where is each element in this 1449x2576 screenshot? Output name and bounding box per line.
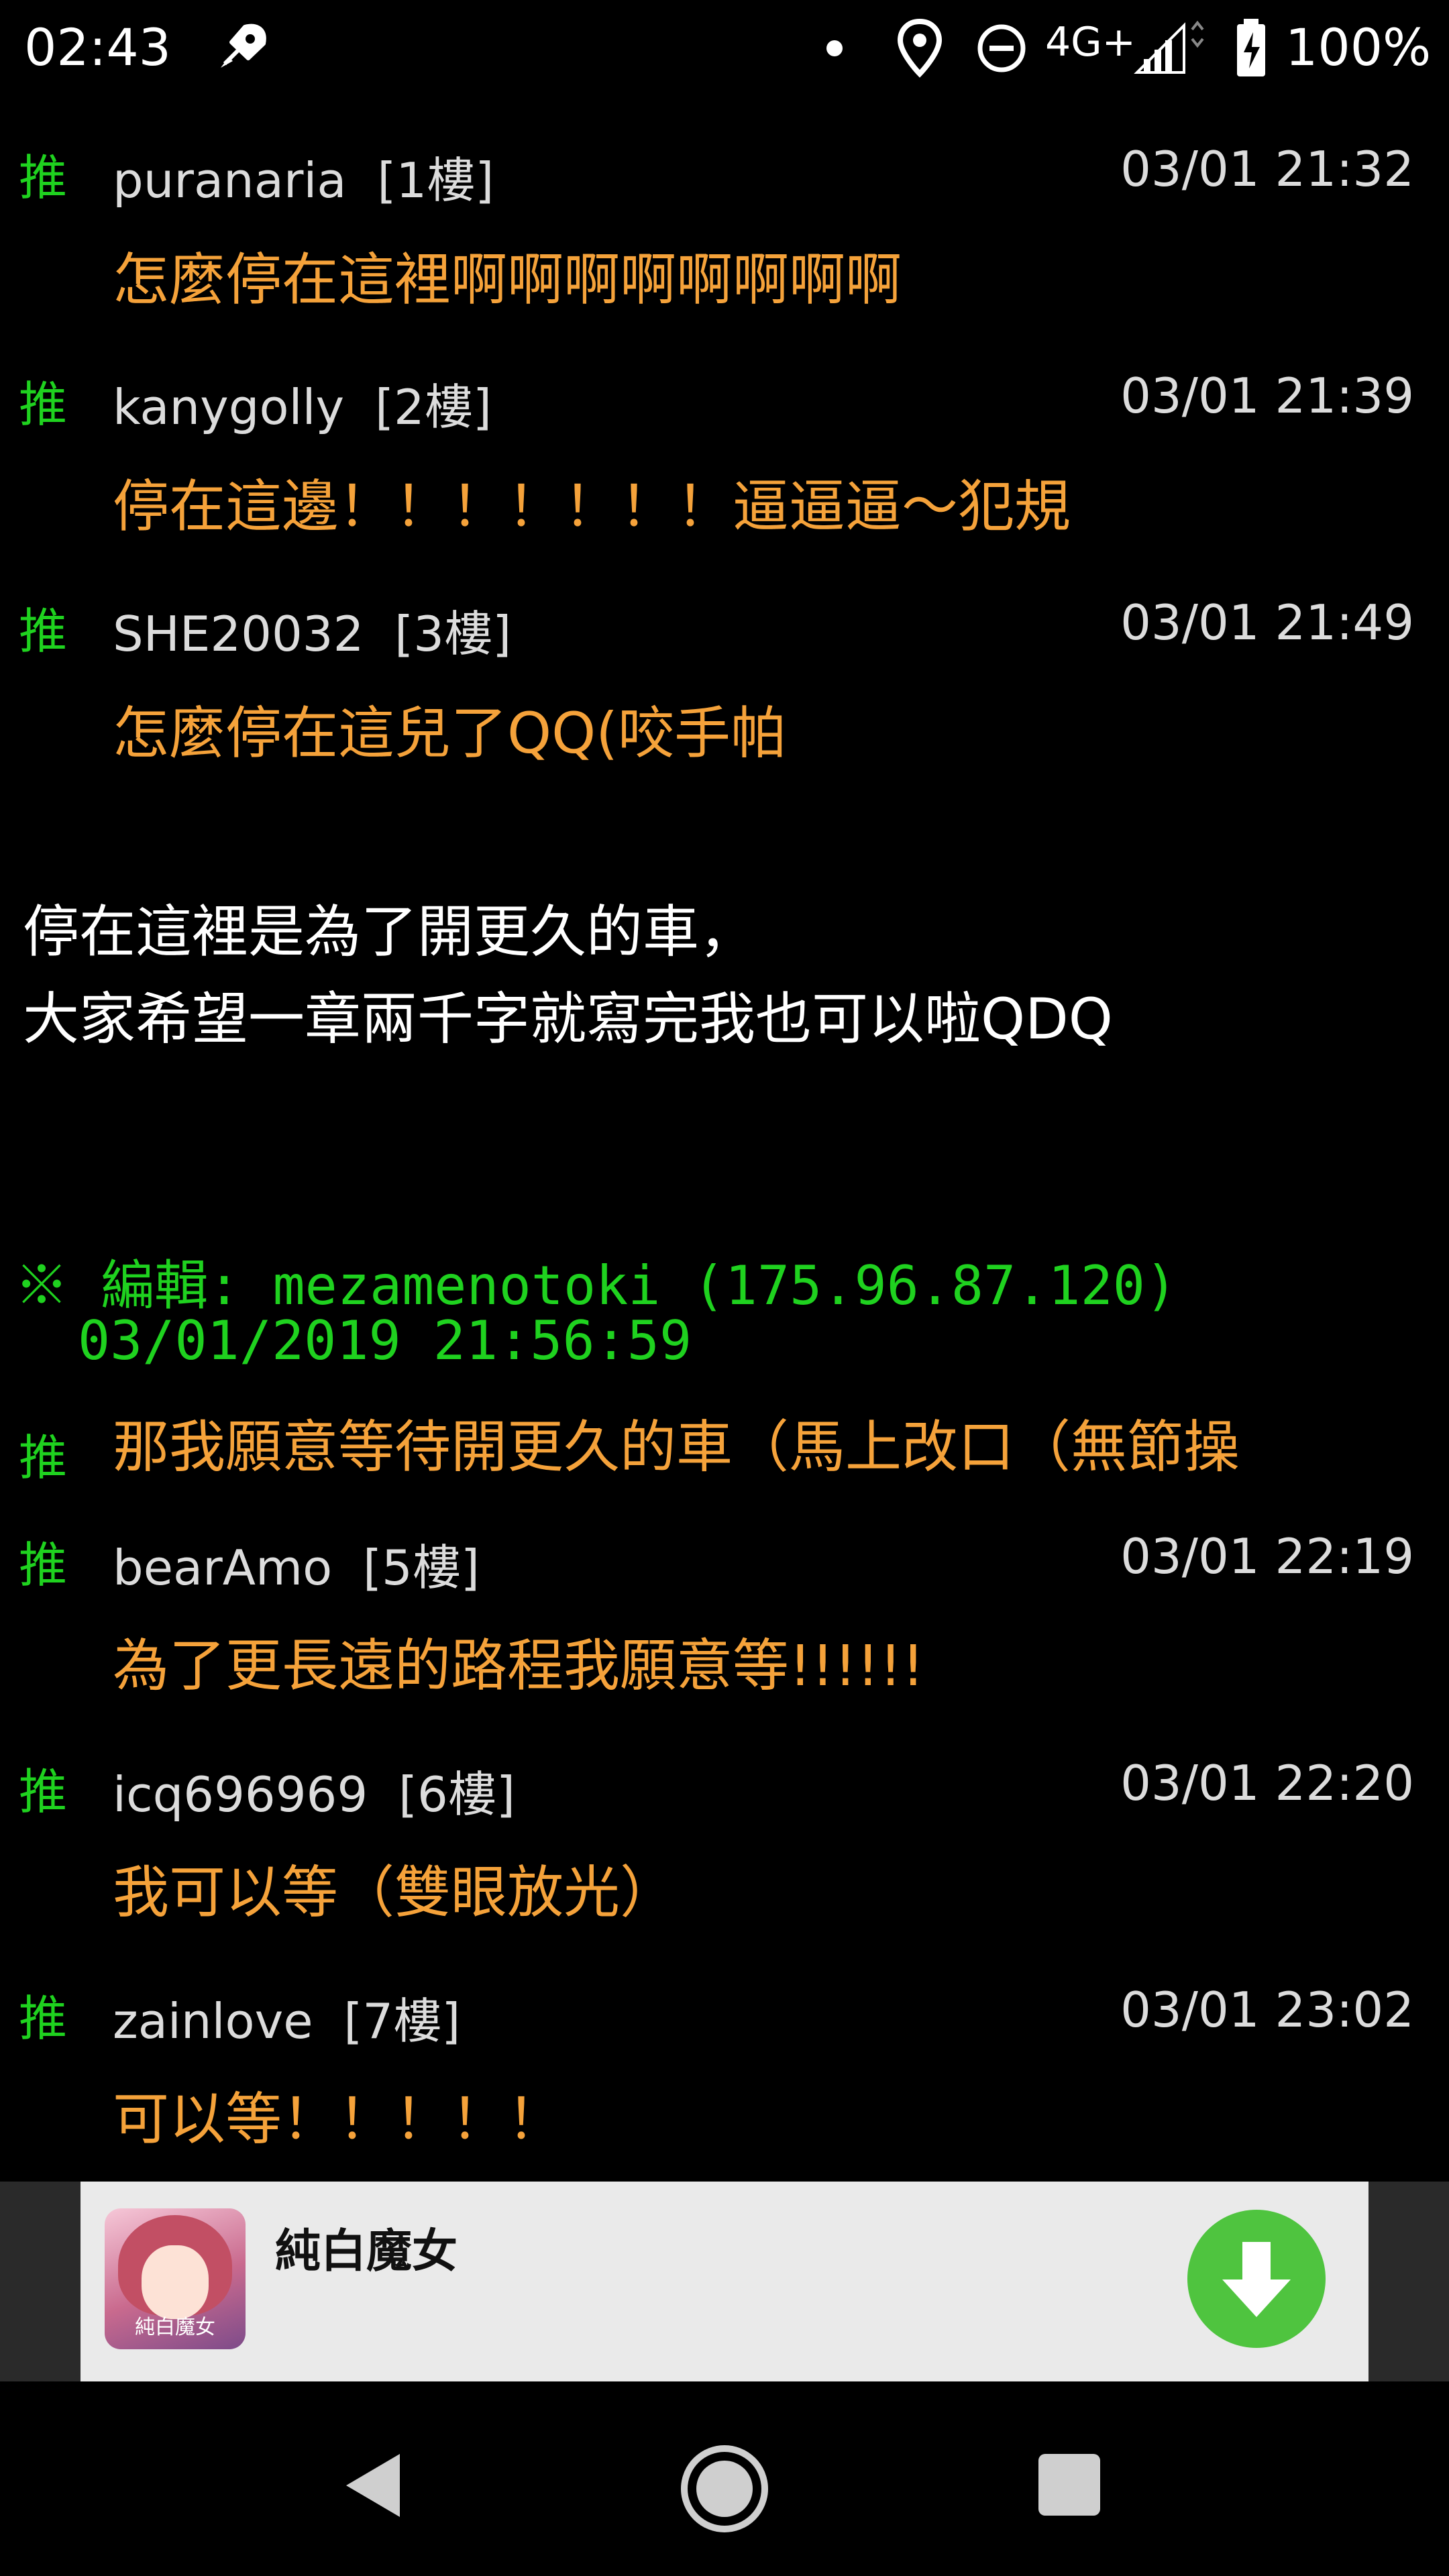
game-app-icon[interactable]: 純白魔女 [105,2208,246,2349]
comment-text: 停在這邊！！！！！！！逼逼逼～犯規 [113,474,1071,539]
body-line: 停在這裡是為了開更久的車， [23,899,756,965]
push-tag: 推 [19,1430,68,1486]
comment-floor: [3樓] [394,606,512,662]
comment-user[interactable]: bearAmo [5樓] [113,1528,480,1599]
comment-username[interactable]: icq696969 [113,1766,368,1823]
ad-icon-logo: 純白魔女 [135,2316,215,2339]
comment-username[interactable]: puranaria [113,152,347,209]
comment-floor: [7樓] [343,1993,461,2049]
navigation-bar [0,2381,1449,2576]
push-tag: 推 [19,1764,68,1820]
comment-text: 為了更長遠的路程我願意等!!!!!! [113,1633,925,1699]
edit-note-date: 03/01/2019 21:56:59 [78,1309,692,1372]
ad-banner-area: 純白魔女 純白魔女 [0,2182,1449,2381]
push-tag: 推 [19,1990,68,2047]
edit-note-line: ※ 編輯: mezamenotoki (175.96.87.120) [15,1254,1178,1317]
push-tag: 推 [19,1537,68,1593]
comment-floor: [5樓] [362,1540,480,1596]
push-tag: 推 [19,150,68,206]
comment-username[interactable]: kanygolly [113,379,344,435]
comment-text: 怎麼停在這裡啊啊啊啊啊啊啊啊 [113,247,902,313]
push-tag: 推 [19,603,68,659]
ad-banner[interactable]: 純白魔女 純白魔女 [80,2182,1368,2381]
ad-title[interactable]: 純白魔女 [275,2214,458,2280]
battery-percent: 100% [1285,17,1432,77]
home-icon[interactable] [678,2442,771,2536]
comment-user[interactable]: icq696969 [6樓] [113,1755,515,1825]
comment-time: 03/01 21:49 [1120,594,1414,651]
back-icon[interactable] [335,2449,409,2522]
comment-username[interactable]: zainlove [113,1993,313,2049]
recent-apps-icon[interactable] [1038,2454,1100,2516]
comment-user[interactable]: kanygolly [2樓] [113,368,492,438]
comment-time: 03/01 23:02 [1120,1982,1414,2038]
comment-user[interactable]: puranaria [1樓] [113,141,494,211]
comment-text: 可以等！！！！！ [113,2086,564,2152]
do-not-disturb-icon [977,24,1026,72]
comment-time: 03/01 22:19 [1120,1528,1414,1585]
comment-user[interactable]: SHE20032 [3樓] [113,594,511,665]
battery-charging-icon [1237,19,1265,76]
comment-floor: [1樓] [377,152,494,209]
status-time: 02:43 [24,17,172,77]
comment-time: 03/01 21:32 [1120,141,1414,197]
location-icon [897,18,943,78]
push-tag: 推 [19,376,68,433]
status-bar: 02:43 4G+ 100% [0,0,1449,101]
comment-text: 那我願意等待開更久的車（馬上改口（無節操 [113,1414,1240,1480]
comment-time: 03/01 21:39 [1120,368,1414,424]
comment-floor: [2樓] [374,379,492,435]
comment-username[interactable]: bearAmo [113,1540,332,1596]
download-arrow-icon [1222,2242,1291,2317]
comment-time: 03/01 22:20 [1120,1755,1414,1811]
body-line: 大家希望一章兩千字就寫完我也可以啦QDQ [23,986,1113,1052]
comment-text: 我可以等（雙眼放光） [113,1860,677,1925]
comment-user[interactable]: zainlove [7樓] [113,1982,460,2052]
notification-dot-icon [826,40,843,56]
ad-download-button[interactable] [1187,2210,1326,2348]
comment-username[interactable]: SHE20032 [113,606,364,662]
rocket-icon [221,23,266,68]
signal-icon [1134,20,1204,74]
comment-floor: [6樓] [398,1766,515,1823]
network-type: 4G+ [1045,19,1136,66]
comment-text: 怎麼停在這兒了QQ(咬手帕 [113,700,788,766]
